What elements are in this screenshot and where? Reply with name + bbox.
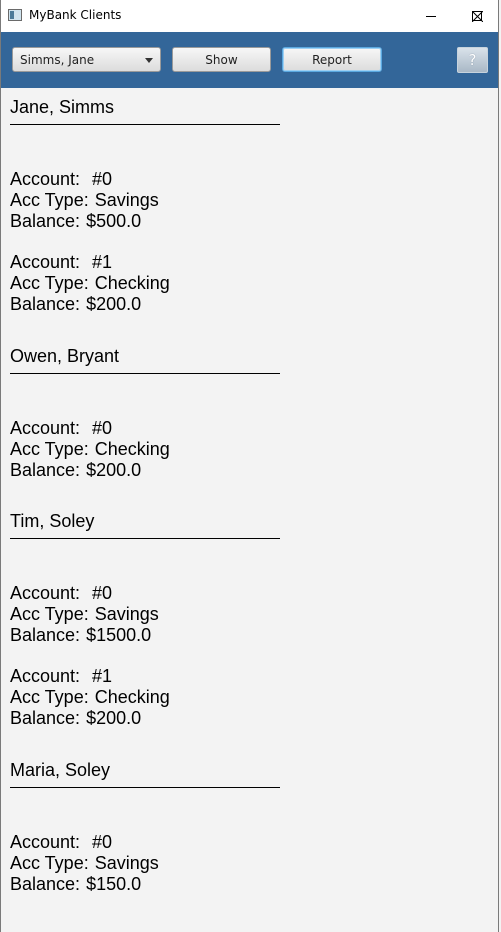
account-type-line: Acc Type: Savings	[10, 604, 159, 625]
account-type-line: Acc Type: Savings	[10, 853, 159, 874]
client-name: Owen, Bryant	[10, 346, 120, 366]
report-output: Jane, Simms Account: #0 Acc Type: Savings …	[1, 88, 498, 932]
account-number-line: Account: #0	[10, 583, 112, 604]
account-number: #0	[92, 583, 113, 603]
account-type-line: Acc Type: Checking	[10, 439, 170, 460]
acc-type-label: Acc Type:	[10, 190, 89, 210]
help-button[interactable]: ?	[457, 47, 488, 73]
account-label: Account:	[10, 418, 81, 438]
divider	[10, 538, 280, 539]
window-title: MyBank Clients	[29, 8, 122, 22]
account-type: Checking	[94, 439, 170, 459]
account-number-line: Account: #1	[10, 252, 112, 273]
account-type-line: Acc Type: Checking	[10, 687, 170, 708]
account-type-line: Acc Type: Savings	[10, 190, 159, 211]
account-type: Savings	[94, 190, 159, 210]
client-name: Tim, Soley	[10, 511, 95, 531]
account-type: Savings	[94, 853, 159, 873]
account-label: Account:	[10, 169, 81, 189]
account-number-line: Account: #0	[10, 418, 112, 439]
account-number-line: Account: #0	[10, 169, 112, 190]
balance-label: Balance:	[10, 625, 81, 645]
account-type: Checking	[94, 687, 170, 707]
account-type-line: Acc Type: Checking	[10, 273, 170, 294]
balance-label: Balance:	[10, 211, 81, 231]
account-label: Account:	[10, 583, 81, 603]
account-label: Account:	[10, 832, 81, 852]
close-icon	[471, 10, 483, 22]
balance-label: Balance:	[10, 460, 81, 480]
show-button[interactable]: Show	[172, 47, 271, 72]
balance-value: $200.0	[86, 294, 142, 314]
balance-line: Balance: $500.0	[10, 211, 141, 232]
client-name: Maria, Soley	[10, 760, 111, 780]
account-number-line: Account: #1	[10, 666, 112, 687]
acc-type-label: Acc Type:	[10, 687, 89, 707]
divider	[10, 787, 280, 788]
acc-type-label: Acc Type:	[10, 439, 89, 459]
balance-value: $150.0	[86, 874, 142, 894]
balance-line: Balance: $150.0	[10, 874, 141, 895]
balance-line: Balance: $200.0	[10, 708, 141, 729]
client-select[interactable]: Simms, Jane	[12, 47, 161, 72]
acc-type-label: Acc Type:	[10, 273, 89, 293]
chevron-down-icon	[145, 58, 153, 63]
balance-value: $200.0	[86, 708, 142, 728]
balance-label: Balance:	[10, 294, 81, 314]
account-number: #0	[92, 169, 113, 189]
balance-line: Balance: $1500.0	[10, 625, 151, 646]
report-button[interactable]: Report	[282, 47, 382, 72]
account-number: #1	[92, 666, 113, 686]
title-bar[interactable]: MyBank Clients	[1, 0, 498, 32]
account-type: Checking	[94, 273, 170, 293]
account-number: #1	[92, 252, 113, 272]
account-number-line: Account: #0	[10, 832, 112, 853]
balance-value: $1500.0	[86, 625, 152, 645]
app-icon	[8, 9, 22, 21]
account-type: Savings	[94, 604, 159, 624]
minimize-button[interactable]	[408, 0, 454, 32]
client-select-value: Simms, Jane	[20, 53, 95, 67]
help-icon: ?	[468, 51, 477, 69]
account-label: Account:	[10, 666, 81, 686]
divider	[10, 373, 280, 374]
balance-value: $200.0	[86, 460, 142, 480]
balance-label: Balance:	[10, 874, 81, 894]
balance-line: Balance: $200.0	[10, 460, 141, 481]
app-window: MyBank Clients Simms, Jane Show Report ?…	[0, 0, 499, 932]
balance-label: Balance:	[10, 708, 81, 728]
balance-line: Balance: $200.0	[10, 294, 141, 315]
acc-type-label: Acc Type:	[10, 604, 89, 624]
account-number: #0	[92, 418, 113, 438]
client-name: Jane, Simms	[10, 97, 115, 117]
close-button[interactable]	[454, 0, 498, 32]
divider	[10, 124, 280, 125]
acc-type-label: Acc Type:	[10, 853, 89, 873]
minimize-icon	[426, 16, 436, 17]
balance-value: $500.0	[86, 211, 142, 231]
toolbar: Simms, Jane Show Report ?	[1, 32, 498, 88]
account-number: #0	[92, 832, 113, 852]
account-label: Account:	[10, 252, 81, 272]
